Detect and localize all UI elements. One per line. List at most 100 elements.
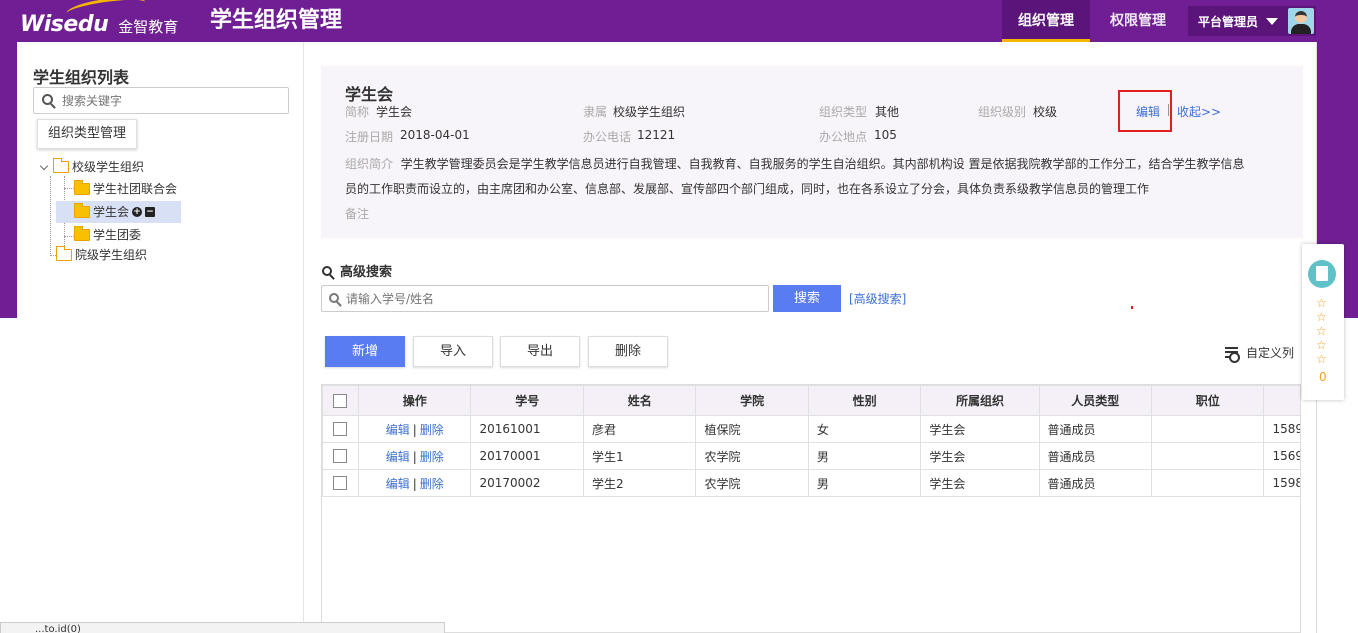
tree-node-label[interactable]: 校级学生组织 xyxy=(72,156,144,178)
tree-guide xyxy=(64,236,74,237)
tree-node-student-union[interactable]: 学生会 + − xyxy=(56,201,181,223)
row-edit-link[interactable]: 编辑 xyxy=(386,450,410,464)
rating-count: 0 xyxy=(1319,370,1327,384)
add-button[interactable]: 新增 xyxy=(325,336,405,367)
avatar[interactable] xyxy=(1288,8,1314,34)
cell-position xyxy=(1150,469,1265,497)
add-node-icon[interactable]: + xyxy=(132,207,143,217)
field-level: 校级 xyxy=(1033,105,1058,119)
app-title: 学生组织管理 xyxy=(210,8,343,33)
tab-permission-management[interactable]: 权限管理 xyxy=(1094,0,1182,42)
cell-college: 农学院 xyxy=(695,442,809,470)
search-icon xyxy=(322,265,332,276)
sidebar: 学生组织列表 组织类型管理 校级学生组织 学生社团联合会 学生会 + − xyxy=(17,42,304,633)
user-label: 平台管理员 xyxy=(1198,14,1259,29)
org-title: 学生会 xyxy=(345,85,394,104)
member-search xyxy=(321,285,769,312)
field-label: 组织简介 xyxy=(345,157,394,171)
column-header[interactable]: 性别 xyxy=(807,385,922,416)
column-header[interactable]: 人员类型 xyxy=(1038,385,1153,416)
search-icon xyxy=(42,94,53,105)
row-edit-link[interactable]: 编辑 xyxy=(386,423,410,437)
field-belong: 校级学生组织 xyxy=(613,105,686,119)
row-checkbox[interactable] xyxy=(333,449,348,464)
row-edit-link[interactable]: 编辑 xyxy=(386,477,410,491)
column-header[interactable]: 姓名 xyxy=(582,385,697,416)
document-icon[interactable] xyxy=(1308,260,1336,288)
tree-node-school[interactable]: 校级学生组织 xyxy=(39,156,144,178)
export-button[interactable]: 导出 xyxy=(500,336,580,367)
row-check-cell xyxy=(322,415,359,443)
column-header[interactable]: 所属组织 xyxy=(920,385,1040,416)
star-icon[interactable]: ☆ xyxy=(1316,324,1327,338)
cell-position xyxy=(1150,415,1265,443)
field-label: 组织类型 xyxy=(819,105,868,119)
edit-org-link[interactable]: 编辑 xyxy=(1136,103,1160,120)
star-icon[interactable]: ☆ xyxy=(1316,338,1327,352)
tree-node-label[interactable]: 院级学生组织 xyxy=(75,244,147,266)
custom-columns-label[interactable]: 自定义列 xyxy=(1246,344,1294,361)
custom-columns-button[interactable]: 自定义列 xyxy=(1225,344,1294,363)
cell-student-id: 20161001 xyxy=(470,415,584,443)
table-row: 编辑|删除 20170002 学生2 农学院 男 学生会 普通成员 159898… xyxy=(322,469,1300,497)
cell-org: 学生会 xyxy=(920,442,1040,470)
sidebar-search-input[interactable] xyxy=(62,92,282,110)
member-table: 操作 学号 姓名 学院 性别 所属组织 人员类型 职位 手机 电 编辑|删除 2… xyxy=(321,384,1301,633)
tree-node-youth-league[interactable]: 学生团委 xyxy=(74,224,141,246)
search-button[interactable]: 搜索 xyxy=(773,285,841,312)
advanced-search-link[interactable]: [高级搜索] xyxy=(849,290,906,307)
field-reg-date: 2018-04-01 xyxy=(400,128,470,142)
row-actions: 编辑 | 删除 xyxy=(357,469,472,497)
tree-node-label[interactable]: 学生会 xyxy=(93,201,129,223)
chevron-down-icon xyxy=(1266,17,1279,25)
star-icon[interactable]: ☆ xyxy=(1316,296,1327,310)
row-check-cell xyxy=(322,442,359,470)
table-row: 编辑|删除 20170001 学生1 农学院 男 学生会 普通成员 156989… xyxy=(322,442,1300,470)
divider xyxy=(1168,104,1169,116)
column-header: 操作 xyxy=(357,385,472,416)
search-icon xyxy=(329,293,339,303)
folder-icon xyxy=(74,180,90,195)
floating-rating-widget[interactable]: ☆ ☆ ☆ ☆ ☆ 0 xyxy=(1302,244,1344,400)
remove-node-icon[interactable]: − xyxy=(145,207,156,217)
field-type: 其他 xyxy=(875,105,900,119)
member-search-input[interactable] xyxy=(346,290,756,308)
star-icon[interactable]: ☆ xyxy=(1316,310,1327,324)
row-delete-link[interactable]: 删除 xyxy=(420,477,444,491)
cell-mobile: 15898765432 xyxy=(1263,415,1300,443)
select-all-checkbox[interactable] xyxy=(333,393,348,408)
tree-guide xyxy=(50,176,51,256)
tab-org-management[interactable]: 组织管理 xyxy=(1002,0,1090,42)
import-button[interactable]: 导入 xyxy=(413,336,493,367)
cell-college: 植保院 xyxy=(695,415,809,443)
row-checkbox[interactable] xyxy=(333,422,348,437)
row-checkbox[interactable] xyxy=(333,476,348,491)
org-type-manage-button[interactable]: 组织类型管理 xyxy=(37,119,137,149)
field-label: 备注 xyxy=(345,207,370,221)
column-header[interactable]: 学院 xyxy=(695,385,809,416)
row-delete-link[interactable]: 删除 xyxy=(420,450,444,464)
column-header[interactable]: 手机 xyxy=(1263,385,1300,416)
collapse-link[interactable]: 收起>> xyxy=(1177,103,1221,120)
tree-node-club-union[interactable]: 学生社团联合会 xyxy=(74,178,177,200)
column-header[interactable]: 职位 xyxy=(1150,385,1265,416)
column-header[interactable]: 学号 xyxy=(470,385,584,416)
field-label: 办公电话 xyxy=(583,130,632,144)
settings-icon xyxy=(1225,347,1240,363)
org-info-panel: 学生会 简称 学生会 隶属 校级学生组织 组织类型 其他 组织级别 校级 注册日… xyxy=(321,66,1303,238)
field-label: 隶属 xyxy=(583,105,608,119)
tree-node-label[interactable]: 学生社团联合会 xyxy=(93,178,177,200)
cell-name: 学生2 xyxy=(582,469,697,497)
tree-node-label[interactable]: 学生团委 xyxy=(93,224,141,246)
user-menu[interactable]: 平台管理员 xyxy=(1188,6,1316,36)
table-row: 编辑|删除 20161001 彦君 植保院 女 学生会 普通成员 1589876… xyxy=(322,415,1300,443)
star-icon[interactable]: ☆ xyxy=(1316,352,1327,366)
cell-position xyxy=(1150,442,1265,470)
field-place: 105 xyxy=(874,128,897,142)
tree-node-college[interactable]: 院级学生组织 xyxy=(56,244,147,266)
desc-line-2: 员的工作职责而设立的，由主席团和办公室、信息部、发展部、宣传部四个部门组成，同时… xyxy=(345,182,1150,196)
chevron-down-icon[interactable] xyxy=(39,161,49,170)
delete-button[interactable]: 删除 xyxy=(588,336,668,367)
row-delete-link[interactable]: 删除 xyxy=(420,423,444,437)
cell-college: 农学院 xyxy=(695,469,809,497)
